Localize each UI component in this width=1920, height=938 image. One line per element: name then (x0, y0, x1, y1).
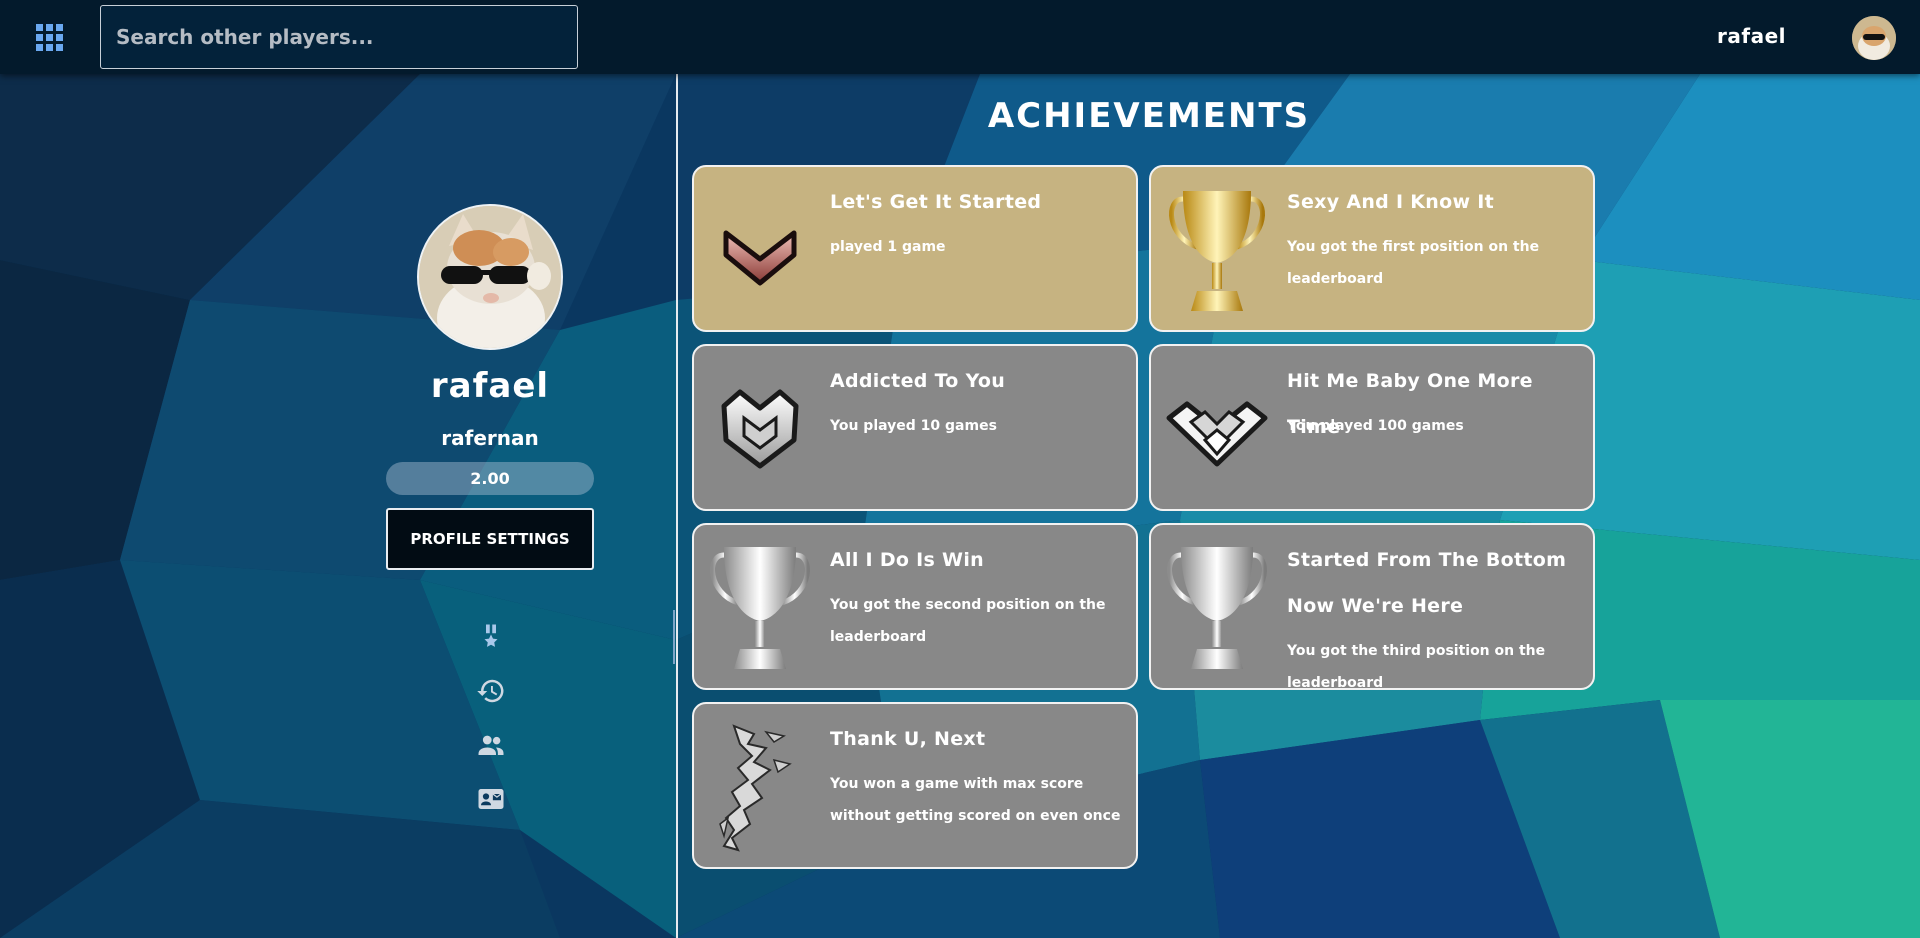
bronze-chevron-icon (723, 230, 797, 286)
achievement-title: Sexy And I Know It (1287, 191, 1494, 213)
achievement-card[interactable]: Hit Me Baby One More Time You played 100… (1149, 344, 1595, 511)
achievement-title: Addicted To You (830, 370, 1006, 392)
medal-icon[interactable] (476, 622, 506, 652)
achievement-title: All I Do Is Win (830, 549, 984, 571)
profile-avatar (417, 204, 563, 350)
achievement-card[interactable]: Addicted To You You played 10 games (692, 344, 1138, 511)
achievement-description: You played 100 games (1287, 418, 1464, 434)
profile-nav (476, 622, 506, 838)
silver-trophy-icon (710, 547, 810, 669)
achievements-title: ACHIEVEMENTS (987, 96, 1311, 136)
user-avatar[interactable] (1852, 16, 1896, 60)
top-username: rafael (1717, 24, 1786, 48)
achievement-card[interactable]: All I Do Is Win You got the second posit… (692, 523, 1138, 690)
achievement-card[interactable]: Let's Get It Started played 1 game (692, 165, 1138, 332)
profile-login: rafernan (441, 426, 539, 450)
achievement-title: Thank U, Next (830, 728, 986, 750)
achievement-title: Let's Get It Started (830, 191, 1042, 213)
panel-divider (676, 74, 678, 938)
achievement-card[interactable]: Sexy And I Know It You got the first pos… (1149, 165, 1595, 332)
silver-trophy-icon (1167, 547, 1267, 669)
profile-panel: rafael rafernan 2.00 PROFILE SETTINGS (380, 200, 600, 570)
friends-icon[interactable] (476, 730, 506, 760)
achievement-description: You got the second position on the leade… (830, 597, 1106, 645)
top-bar: rafael (0, 0, 1920, 74)
history-icon[interactable] (476, 676, 506, 706)
achievement-description: You got the third position on the leader… (1287, 643, 1546, 690)
search-input[interactable] (100, 5, 578, 69)
achievement-card[interactable]: Thank U, Next You won a game with max sc… (692, 702, 1138, 869)
profile-display-name: rafael (430, 366, 550, 406)
achievement-title: Started From The Bottom Now We're Here (1287, 549, 1567, 617)
achievement-description: You won a game with max score without ge… (830, 776, 1121, 824)
profile-settings-button[interactable]: PROFILE SETTINGS (386, 508, 594, 570)
achievement-description: played 1 game (830, 239, 946, 255)
apps-grid-icon[interactable] (36, 24, 64, 52)
silver-shield-icon (721, 389, 799, 469)
achievement-card[interactable]: Started From The Bottom Now We're Here Y… (1149, 523, 1595, 690)
cat-sunglasses-icon (419, 206, 561, 348)
achievement-description: You played 10 games (830, 418, 997, 434)
shattered-icon (719, 724, 792, 852)
gold-trophy-icon (1169, 191, 1265, 311)
cat-avatar-icon (1852, 16, 1896, 60)
contact-card-icon[interactable] (476, 784, 506, 814)
winged-rank-icon (1166, 401, 1268, 467)
achievement-description: You got the first position on the leader… (1287, 239, 1540, 287)
rating-badge: 2.00 (386, 462, 594, 495)
scroll-indicator[interactable] (673, 610, 675, 664)
